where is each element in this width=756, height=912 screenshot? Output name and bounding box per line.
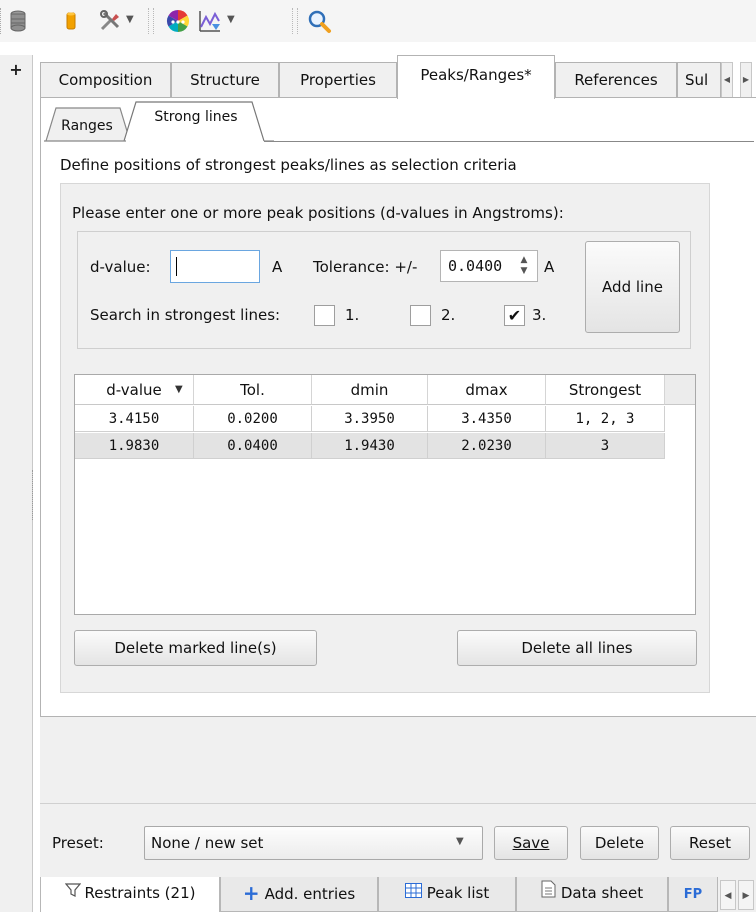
col-header-strongest[interactable]: Strongest bbox=[546, 375, 665, 405]
col-header-filler bbox=[665, 375, 695, 405]
tab-scroll-right-icon[interactable]: ▶ bbox=[738, 880, 754, 910]
strongest-1-label: 1. bbox=[345, 306, 360, 324]
cell-dmin: 3.3950 bbox=[312, 406, 428, 432]
subtab-ranges[interactable]: Ranges bbox=[52, 108, 122, 144]
dvalue-unit: A bbox=[272, 258, 283, 276]
tab-label: Data sheet bbox=[560, 884, 644, 902]
table-row[interactable]: 1.9830 0.0400 1.9430 2.0230 3 bbox=[75, 433, 665, 459]
cell-tol: 0.0200 bbox=[194, 406, 312, 432]
toolbar-separator bbox=[292, 8, 298, 34]
tab-peak-list[interactable]: Peak list bbox=[378, 877, 516, 912]
tab-structure[interactable]: Structure bbox=[171, 62, 279, 98]
chart-dropdown-icon[interactable]: ▼ bbox=[227, 14, 235, 25]
chevron-down-icon: ▼ bbox=[456, 836, 464, 847]
dvalue-input[interactable] bbox=[170, 250, 260, 283]
tools-dropdown-icon[interactable]: ▼ bbox=[126, 14, 134, 25]
cell-dmax: 2.0230 bbox=[428, 433, 546, 459]
description-label: Define positions of strongest peaks/line… bbox=[60, 156, 517, 174]
cell-strongest: 3 bbox=[546, 433, 665, 459]
tab-scroll-left-icon[interactable]: ◀ bbox=[721, 62, 733, 98]
tolerance-value: 0.0400 bbox=[448, 257, 503, 275]
cell-dvalue: 1.9830 bbox=[75, 433, 194, 459]
strongest-2-checkbox[interactable] bbox=[410, 305, 431, 326]
tolerance-unit: A bbox=[544, 258, 555, 276]
divider bbox=[40, 803, 756, 804]
tab-add-entries[interactable]: + Add. entries bbox=[220, 877, 378, 912]
tab-references[interactable]: References bbox=[555, 62, 677, 98]
strongest-3-checkbox[interactable]: ✔ bbox=[504, 305, 525, 326]
left-side-panel bbox=[0, 55, 33, 912]
search-strongest-label: Search in strongest lines: bbox=[90, 306, 281, 324]
peak-lines-table[interactable]: d-value ▼ Tol. dmin dmax Strongest 3.4150… bbox=[74, 374, 696, 615]
delete-all-lines-button[interactable]: Delete all lines bbox=[457, 630, 697, 666]
tab-peaks-ranges[interactable]: Peaks/Ranges* bbox=[397, 55, 555, 99]
fp-icon: FP bbox=[683, 887, 703, 902]
col-header-dvalue[interactable]: d-value ▼ bbox=[75, 375, 194, 405]
tab-label: Peak list bbox=[426, 884, 490, 902]
tab-data-sheet[interactable]: Data sheet bbox=[516, 877, 668, 912]
filter-icon bbox=[64, 877, 81, 910]
cell-dmax: 3.4350 bbox=[428, 406, 546, 432]
dvalue-label: d-value: bbox=[90, 258, 151, 276]
cylinder-icon[interactable] bbox=[66, 11, 76, 31]
delete-preset-button[interactable]: Delete bbox=[580, 826, 659, 860]
database-icon[interactable] bbox=[8, 9, 28, 33]
cell-strongest: 1, 2, 3 bbox=[546, 406, 665, 432]
toolbar-grip bbox=[0, 8, 4, 34]
reset-label: Reset bbox=[689, 834, 731, 852]
cell-tol: 0.0400 bbox=[194, 433, 312, 459]
search-icon[interactable] bbox=[306, 8, 332, 34]
color-wheel-icon[interactable] bbox=[166, 9, 190, 33]
add-line-button[interactable]: Add line bbox=[585, 241, 680, 333]
save-label: Save bbox=[512, 834, 550, 852]
tab-properties[interactable]: Properties bbox=[279, 62, 397, 98]
delete-label: Delete bbox=[594, 834, 645, 852]
cell-dmin: 1.9430 bbox=[312, 433, 428, 459]
document-icon bbox=[541, 877, 556, 910]
tab-label: Add. entries bbox=[264, 885, 356, 903]
preset-label: Preset: bbox=[52, 834, 104, 852]
tab-scroll-left-icon[interactable]: ◀ bbox=[720, 880, 736, 910]
tolerance-label: Tolerance: +/- bbox=[313, 258, 418, 276]
tab-sub-truncated[interactable]: Sul bbox=[677, 62, 721, 98]
table-icon bbox=[404, 877, 422, 910]
save-preset-button[interactable]: Save bbox=[494, 826, 568, 860]
tab-label: Restraints (21) bbox=[84, 884, 196, 902]
col-header-tol[interactable]: Tol. bbox=[194, 375, 312, 405]
strongest-2-label: 2. bbox=[441, 306, 456, 324]
tab-restraints[interactable]: Restraints (21) bbox=[40, 877, 220, 912]
tab-scroll-right-icon[interactable]: ▶ bbox=[740, 62, 752, 98]
cell-dvalue: 3.4150 bbox=[75, 406, 194, 432]
strongest-3-label: 3. bbox=[532, 306, 547, 324]
delete-marked-lines-button[interactable]: Delete marked line(s) bbox=[74, 630, 317, 666]
col-header-dmax[interactable]: dmax bbox=[428, 375, 546, 405]
spin-arrows-icon[interactable]: ▲ ▼ bbox=[516, 255, 532, 277]
toolbar: ▼ ▼ bbox=[0, 0, 756, 42]
tab-composition[interactable]: Composition bbox=[40, 62, 171, 98]
group-prompt: Please enter one or more peak positions … bbox=[72, 204, 564, 222]
tab-fp[interactable]: FP bbox=[668, 877, 718, 912]
sort-arrow-icon: ▼ bbox=[175, 384, 183, 395]
plus-icon: + bbox=[242, 881, 260, 905]
subtab-strong-lines[interactable]: Strong lines bbox=[140, 99, 252, 135]
preset-dropdown[interactable]: None / new set bbox=[144, 826, 483, 860]
expand-panel-button[interactable]: + bbox=[6, 60, 26, 80]
table-row[interactable]: 3.4150 0.0200 3.3950 3.4350 1, 2, 3 bbox=[75, 406, 665, 432]
reset-preset-button[interactable]: Reset bbox=[670, 826, 750, 860]
text-caret bbox=[176, 257, 177, 276]
tools-icon[interactable] bbox=[98, 9, 122, 33]
splitter-handle[interactable] bbox=[32, 470, 36, 520]
chart-picker-icon[interactable] bbox=[198, 9, 222, 33]
col-header-label: d-value bbox=[106, 381, 162, 399]
col-header-dmin[interactable]: dmin bbox=[312, 375, 428, 405]
subtab-baseline bbox=[264, 141, 754, 142]
strongest-1-checkbox[interactable] bbox=[314, 305, 335, 326]
toolbar-separator bbox=[148, 8, 154, 34]
